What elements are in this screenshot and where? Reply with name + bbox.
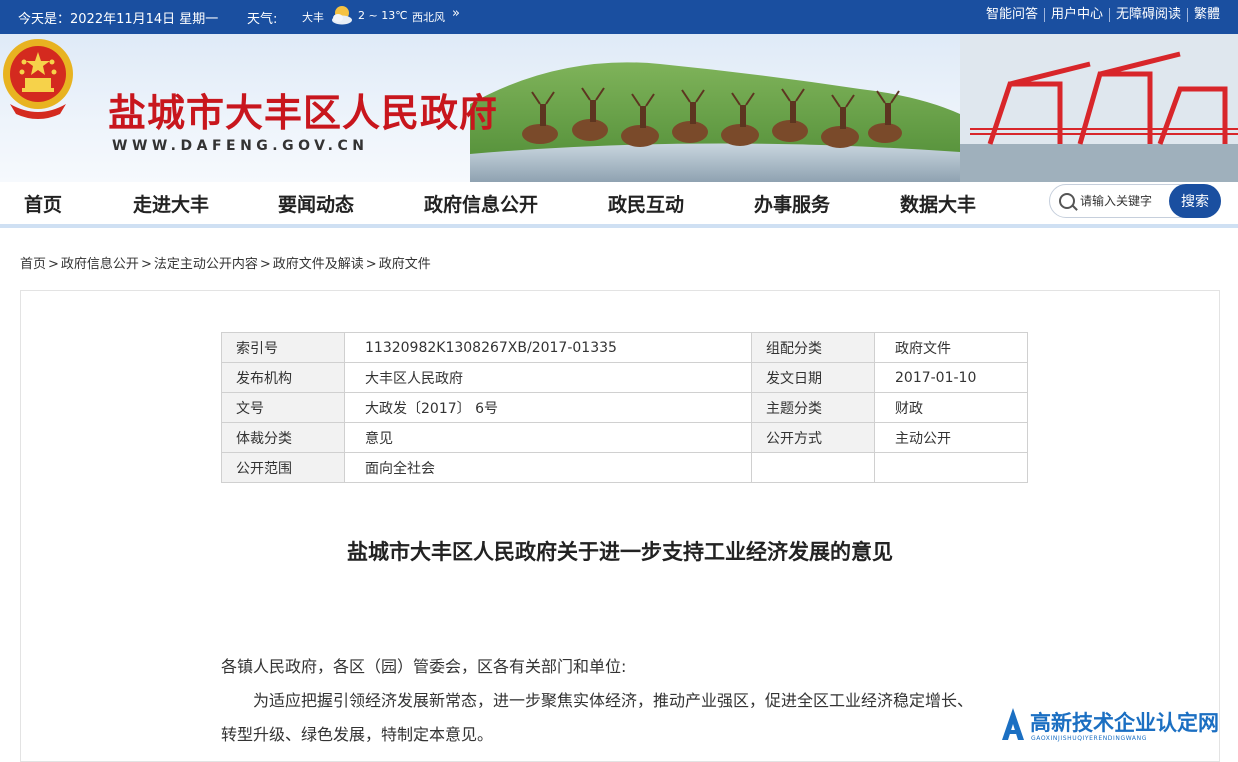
nav-divider	[0, 224, 1238, 228]
meta-key: 发布机构	[221, 362, 345, 393]
breadcrumb-statutory[interactable]: 法定主动公开内容	[154, 257, 258, 272]
document-paragraph: 为适应把握引领经济发展新常态，进一步聚焦实体经济，推动产业强区，促进全区工业经济…	[253, 691, 974, 710]
nav-item-home[interactable]: 首页	[24, 190, 62, 217]
weather-label: 天气:	[247, 12, 278, 27]
breadcrumb-current[interactable]: 政府文件	[379, 257, 431, 272]
top-links: 智能问答 用户中心 无障碍阅读 繁體	[980, 8, 1226, 22]
meta-value: 意见	[344, 422, 752, 453]
link-user-center[interactable]: 用户中心	[1043, 8, 1109, 22]
nav-item-data[interactable]: 数据大丰	[900, 190, 976, 217]
document-paragraph: 转型升级、绿色发展，特制定本意见。	[221, 725, 494, 744]
link-accessibility[interactable]: 无障碍阅读	[1108, 8, 1187, 22]
document-title: 盐城市大丰区人民政府关于进一步支持工业经济发展的意见	[347, 539, 893, 564]
breadcrumb-gov-info[interactable]: 政府信息公开	[61, 257, 139, 272]
meta-value: 财政	[874, 392, 1028, 423]
national-emblem-logo	[3, 39, 73, 119]
article-container: 索引号 11320982K1308267XB/2017-01335 组配分类 政…	[20, 290, 1220, 762]
meta-key: 公开范围	[221, 452, 345, 483]
watermark-subtitle: GAOXINJISHUQIYERENDINGWANG	[1031, 735, 1147, 742]
table-row: 体裁分类 意见 公开方式 主动公开	[221, 422, 1028, 453]
site-title[interactable]: 盐城市大丰区人民政府	[108, 82, 498, 137]
breadcrumb-home[interactable]: 首页	[20, 257, 46, 272]
meta-value: 政府文件	[874, 332, 1028, 363]
partly-cloudy-icon	[332, 6, 352, 25]
table-row: 发布机构 大丰区人民政府 发文日期 2017-01-10	[221, 362, 1028, 393]
meta-key: 主题分类	[751, 392, 875, 423]
meta-value: 2017-01-10	[874, 362, 1028, 393]
link-traditional-chinese[interactable]: 繁體	[1186, 8, 1226, 22]
top-bar: 今天是：2022年11月14日 星期一 天气: 大丰 2 ~ 13℃ 西北风 »…	[0, 0, 1238, 34]
meta-key: 组配分类	[751, 332, 875, 363]
site-banner: 盐城市大丰区人民政府 WWW.DAFENG.GOV.CN	[0, 34, 1238, 182]
weather-temp: 2 ~ 13℃	[358, 9, 408, 22]
document-metadata-table: 索引号 11320982K1308267XB/2017-01335 组配分类 政…	[221, 332, 1028, 483]
search-input[interactable]	[1080, 191, 1170, 211]
meta-key: 索引号	[221, 332, 345, 363]
watermark-title: 高新技术企业认定网	[1030, 711, 1219, 735]
table-row: 索引号 11320982K1308267XB/2017-01335 组配分类 政…	[221, 332, 1028, 363]
meta-value: 面向全社会	[344, 452, 752, 483]
nav-item-interaction[interactable]: 政民互动	[608, 190, 684, 217]
weather-wind: 西北风	[412, 11, 445, 24]
watermark-logo-icon	[1002, 708, 1024, 740]
watermark: 高新技术企业认定网 GAOXINJISHUQIYERENDINGWANG	[1000, 706, 1238, 748]
breadcrumb-docs[interactable]: 政府文件及解读	[273, 257, 364, 272]
weather-city: 大丰	[302, 11, 324, 24]
document-salutation: 各镇人民政府，各区（园）管委会，区各有关部门和单位:	[221, 657, 627, 676]
nav-item-news[interactable]: 要闻动态	[278, 190, 354, 217]
weather-more-icon[interactable]: »	[452, 6, 460, 21]
main-nav: 首页 走进大丰 要闻动态 政府信息公开 政民互动 办事服务 数据大丰 搜索	[0, 182, 1238, 228]
meta-key: 体裁分类	[221, 422, 345, 453]
meta-value: 11320982K1308267XB/2017-01335	[344, 332, 752, 363]
meta-empty-cell	[874, 452, 1028, 483]
current-date: 今天是：2022年11月14日 星期一	[18, 12, 219, 27]
search-box: 搜索	[1049, 184, 1221, 218]
meta-value: 大政发〔2017〕 6号	[344, 392, 752, 423]
site-url: WWW.DAFENG.GOV.CN	[112, 138, 369, 154]
nav-item-services[interactable]: 办事服务	[754, 190, 830, 217]
search-button[interactable]: 搜索	[1169, 184, 1221, 218]
table-row: 公开范围 面向全社会	[221, 452, 1028, 483]
meta-empty-cell	[751, 452, 875, 483]
table-row: 文号 大政发〔2017〕 6号 主题分类 财政	[221, 392, 1028, 423]
nav-item-gov-info[interactable]: 政府信息公开	[424, 190, 538, 217]
meta-key: 发文日期	[751, 362, 875, 393]
meta-value: 大丰区人民政府	[344, 362, 752, 393]
nav-item-about-dafeng[interactable]: 走进大丰	[133, 190, 209, 217]
meta-key: 文号	[221, 392, 345, 423]
link-smart-qa[interactable]: 智能问答	[980, 8, 1044, 22]
meta-key: 公开方式	[751, 422, 875, 453]
search-icon	[1059, 193, 1075, 209]
breadcrumb: 首页 > 政府信息公开 > 法定主动公开内容 > 政府文件及解读 > 政府文件	[20, 257, 431, 272]
meta-value: 主动公开	[874, 422, 1028, 453]
